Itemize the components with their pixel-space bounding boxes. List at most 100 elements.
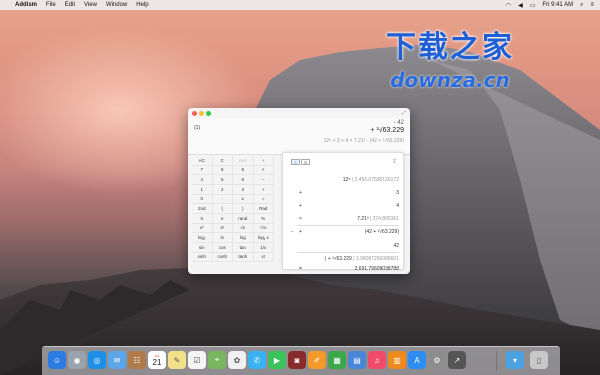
menu-help[interactable]: Help <box>136 2 148 8</box>
tape-row[interactable]: +3 <box>283 188 405 198</box>
app-store-icon[interactable]: A <box>408 351 426 369</box>
tape-row-result: | 3.98087256088601 <box>351 256 399 262</box>
tape-row[interactable]: = 2,691.79609038788 <box>283 264 405 274</box>
tape-row[interactable]: | + ³√63.229 | 3.98087256088601 <box>283 254 405 264</box>
key-17[interactable]: · <box>212 194 233 205</box>
key-4[interactable]: 7 <box>192 165 213 176</box>
key-18[interactable]: ± <box>233 194 254 205</box>
key-29[interactable]: xʸ <box>212 223 233 234</box>
mail-icon[interactable]: ✉ <box>108 351 126 369</box>
share-icon[interactable]: ⇪ <box>392 158 397 165</box>
tape-list-view-button[interactable]: ≡ <box>291 159 300 165</box>
key-32[interactable]: log₂ <box>192 233 213 243</box>
menu-view[interactable]: View <box>84 2 97 8</box>
key-8[interactable]: 4 <box>192 175 213 185</box>
tape-row[interactable]: − + (42 + ³√63.229) <box>283 227 405 237</box>
key-15[interactable]: + <box>253 185 274 195</box>
zoom-button[interactable] <box>206 111 211 116</box>
tape-view-toggle: ≡ ☰ <box>291 159 310 165</box>
key-35[interactable]: logᵧ x <box>253 233 274 243</box>
notes-icon[interactable]: ✎ <box>168 351 186 369</box>
battery-icon[interactable]: ▭ <box>530 2 536 9</box>
ibooks-icon[interactable]: ▥ <box>388 351 406 369</box>
key-9[interactable]: 5 <box>212 175 233 185</box>
photos-icon[interactable]: ✿ <box>228 351 246 369</box>
key-7[interactable]: × <box>253 165 274 176</box>
key-13[interactable]: 2 <box>212 185 233 195</box>
key-36[interactable]: sin <box>192 243 213 253</box>
key-5[interactable]: 8 <box>212 165 233 176</box>
contacts-icon[interactable]: ☷ <box>128 351 146 369</box>
key-6[interactable]: 9 <box>233 165 254 176</box>
key-12[interactable]: 1 <box>192 185 213 195</box>
photo-booth-icon[interactable]: ◙ <box>288 351 306 369</box>
key-30[interactable]: √x <box>233 223 254 234</box>
menu-file[interactable]: File <box>46 2 56 8</box>
calendar-icon[interactable]: JUL 21 <box>148 351 166 369</box>
minimize-button[interactable] <box>199 111 204 116</box>
key-28[interactable]: x² <box>192 223 213 234</box>
launchpad-icon[interactable]: ◉ <box>68 351 86 369</box>
volume-icon[interactable]: ◀ <box>518 2 523 9</box>
key-20[interactable]: 2nd <box>192 204 213 214</box>
addism-icon[interactable]: ↗ <box>448 351 466 369</box>
search-icon[interactable]: ⌕ <box>580 2 583 9</box>
key-24[interactable]: π <box>192 214 213 224</box>
menu-edit[interactable]: Edit <box>65 2 75 8</box>
key-16[interactable]: 0 <box>192 194 213 205</box>
fullscreen-icon[interactable]: ⤢ <box>402 110 406 116</box>
pages-icon[interactable]: ✐ <box>308 351 326 369</box>
menu-window[interactable]: Window <box>106 2 127 8</box>
key-38[interactable]: tan <box>233 243 254 253</box>
downloads-folder-icon[interactable]: ▾ <box>506 351 524 369</box>
calculator-display: (1) - 42 + ³√63.229 12⁵ + 3 + 4 × 7.21³ … <box>188 118 410 154</box>
key-11[interactable]: − <box>253 175 274 185</box>
key-3[interactable]: ÷ <box>253 156 274 166</box>
wifi-icon[interactable]: ◠ <box>506 2 511 9</box>
key-27[interactable]: % <box>253 214 274 224</box>
key-10[interactable]: 6 <box>233 175 254 185</box>
tape-row[interactable]: 12⁵ | 2,456.67595120172 <box>283 175 405 185</box>
reminders-icon[interactable]: ☑ <box>188 351 206 369</box>
trash-icon[interactable]: ▯ <box>530 351 548 369</box>
tape-row-value: | + ³√63.229 | 3.98087256088601 <box>324 256 399 262</box>
tape-row[interactable]: × 7.21³ | 374.805361 <box>283 214 405 224</box>
close-button[interactable] <box>192 111 197 116</box>
itunes-icon[interactable]: ♫ <box>368 351 386 369</box>
key-42[interactable]: tanh <box>233 252 254 263</box>
tape-row[interactable]: +4 <box>283 201 405 211</box>
maps-icon[interactable]: ⌖ <box>208 351 226 369</box>
key-37[interactable]: cos <box>212 243 233 253</box>
finder-icon[interactable]: ☺ <box>48 351 66 369</box>
key-22[interactable]: ) <box>233 204 254 214</box>
list-icon[interactable]: ≡ <box>590 2 594 8</box>
tape-row[interactable]: 42 <box>283 241 405 251</box>
key-14[interactable]: 3 <box>233 185 254 195</box>
system-preferences-icon[interactable]: ⚙ <box>428 351 446 369</box>
key-26[interactable]: rand <box>233 214 254 224</box>
key-43[interactable]: x! <box>253 252 274 263</box>
key-40[interactable]: sinh <box>192 252 213 263</box>
key-21[interactable]: ( <box>212 204 233 214</box>
safari-icon[interactable]: ◎ <box>88 351 106 369</box>
key-23[interactable]: Rad <box>253 204 274 214</box>
tape-detail-view-button[interactable]: ☰ <box>301 159 310 165</box>
app-menu-addism[interactable]: Addism <box>15 2 37 8</box>
window-titlebar[interactable]: ⤢ <box>188 108 410 118</box>
key-34[interactable]: log <box>233 233 254 243</box>
key-2[interactable]: Ans <box>233 156 254 166</box>
key-39[interactable]: 1/x <box>253 243 274 253</box>
keynote-icon[interactable]: ▤ <box>348 351 366 369</box>
key-25[interactable]: e <box>212 214 233 224</box>
watermark: 下载之家 downza.cn <box>370 22 530 92</box>
messages-icon[interactable]: ✆ <box>248 351 266 369</box>
facetime-icon[interactable]: ▶ <box>268 351 286 369</box>
key-19[interactable]: = <box>253 194 274 205</box>
menubar-clock[interactable]: Fri 9:41 AM <box>542 2 573 8</box>
key-31[interactable]: ʸ√x <box>253 223 274 234</box>
key-41[interactable]: cosh <box>212 252 233 263</box>
key-0[interactable]: AC <box>192 156 213 166</box>
key-1[interactable]: C <box>212 156 233 166</box>
numbers-icon[interactable]: ▦ <box>328 351 346 369</box>
key-33[interactable]: ln <box>212 233 233 243</box>
